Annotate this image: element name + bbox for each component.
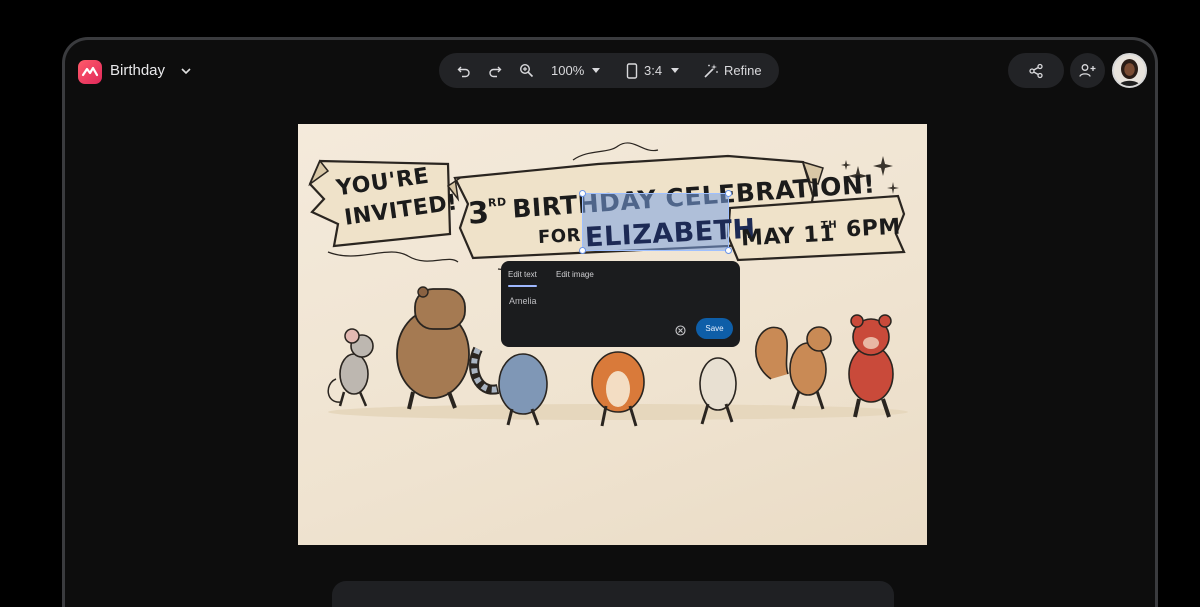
refine-label: Refine [724, 63, 762, 78]
edit-text-input[interactable] [509, 296, 659, 306]
clear-icon[interactable] [675, 323, 686, 341]
document-title[interactable]: Birthday [110, 62, 165, 79]
share-button[interactable] [1008, 53, 1064, 88]
time-text: 6PM [845, 214, 902, 243]
add-collaborator-button[interactable] [1070, 53, 1105, 88]
save-button[interactable]: Save [696, 318, 733, 339]
sparkle-wand-icon [704, 63, 718, 78]
bottom-prompt-bar[interactable] [332, 581, 894, 607]
share-icon [1029, 63, 1043, 78]
app-window: Birthday 100% 3:4 Refine YOU'RE INVITED!… [62, 37, 1158, 607]
ordinal-suffix: RD [487, 195, 508, 210]
date-suffix: TH [820, 219, 838, 232]
redo-icon[interactable] [488, 53, 502, 88]
zoom-level: 100% [551, 63, 585, 78]
zoom-level-dropdown[interactable]: 100% [551, 53, 601, 88]
app-logo-icon [78, 60, 102, 84]
for-text: FOR [537, 224, 582, 249]
edit-toolbar: 100% 3:4 Refine [439, 53, 779, 88]
avatar[interactable] [1112, 53, 1147, 88]
edit-popup: Edit text Edit image Save [501, 261, 740, 347]
chevron-down-icon[interactable] [180, 64, 192, 82]
tab-edit-text[interactable]: Edit text [508, 270, 537, 279]
selection-handle[interactable] [725, 247, 732, 254]
active-tab-indicator [508, 285, 537, 287]
selection-handle[interactable] [725, 190, 732, 197]
zoom-icon[interactable] [519, 53, 534, 88]
zoom-chevron-icon [592, 67, 601, 73]
device-icon [626, 62, 638, 79]
aspect-chevron-icon [671, 67, 680, 73]
tab-edit-image[interactable]: Edit image [556, 270, 594, 279]
aspect-ratio: 3:4 [644, 63, 663, 78]
top-bar: Birthday 100% 3:4 Refine [65, 40, 1155, 102]
refine-button[interactable]: Refine [703, 53, 762, 88]
invitation-canvas[interactable]: YOU'RE INVITED! 3 RD BIRTHDAY CELEBRATIO… [298, 124, 927, 545]
add-person-icon [1079, 64, 1096, 77]
selection-handle[interactable] [579, 190, 586, 197]
aspect-ratio-dropdown[interactable]: 3:4 [626, 53, 680, 88]
undo-icon[interactable] [457, 53, 471, 88]
